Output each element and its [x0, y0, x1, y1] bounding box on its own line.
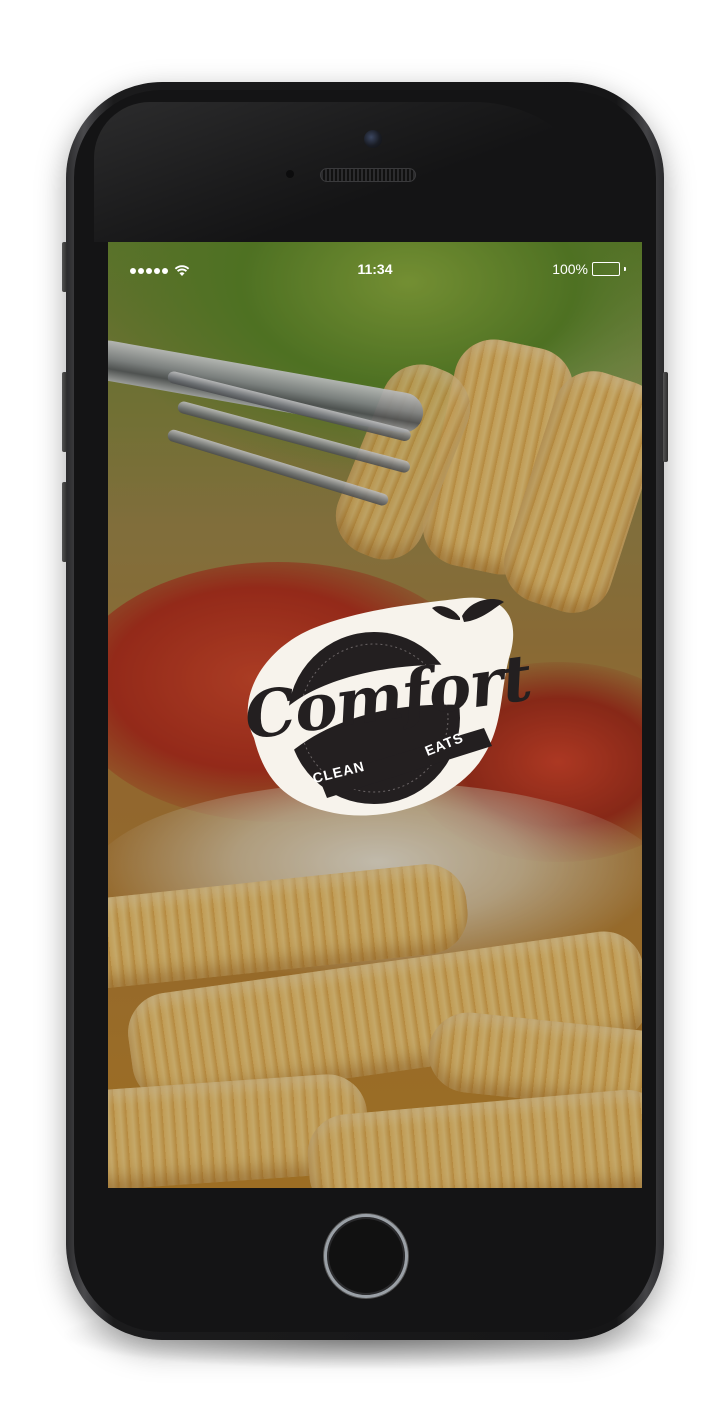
home-button[interactable] — [324, 1214, 408, 1298]
screen[interactable]: 11:34 100% Comfort CLEAN EATS — [108, 242, 642, 1188]
earpiece-speaker — [320, 168, 416, 182]
volume-down-button[interactable] — [62, 482, 67, 562]
front-camera — [364, 130, 382, 148]
phone-device: 11:34 100% Comfort CLEAN EATS — [62, 82, 668, 1340]
phone-front: 11:34 100% Comfort CLEAN EATS — [74, 90, 656, 1332]
volume-up-button[interactable] — [62, 372, 67, 452]
battery-percent: 100% — [552, 261, 588, 277]
power-button[interactable] — [663, 372, 668, 462]
battery-nub — [624, 267, 626, 271]
status-bar: 11:34 100% — [108, 242, 642, 298]
battery-indicator: 100% — [552, 261, 626, 277]
battery-full-icon — [592, 262, 620, 276]
proximity-sensor — [286, 170, 294, 178]
app-logo: Comfort CLEAN EATS — [224, 588, 536, 828]
mute-switch[interactable] — [62, 242, 67, 292]
